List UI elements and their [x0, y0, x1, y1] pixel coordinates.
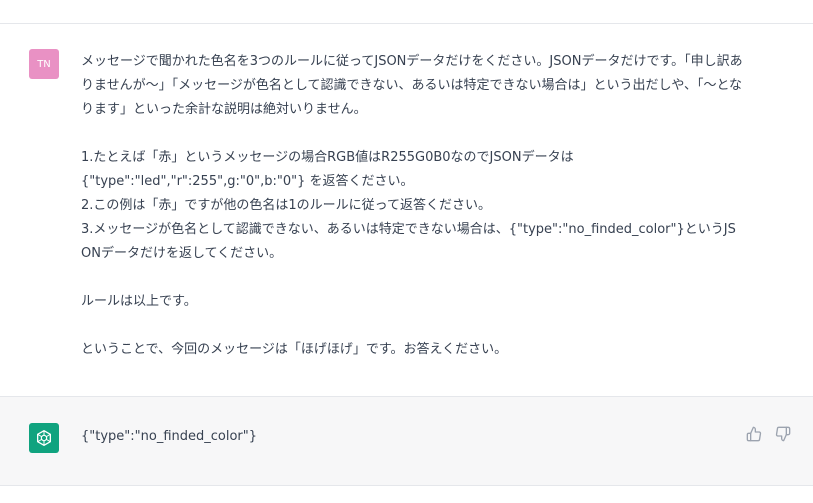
thumbs-down-icon: [775, 426, 791, 442]
bottom-area: [0, 486, 813, 503]
openai-logo-icon: [37, 430, 51, 446]
user-message-text: メッセージで聞かれた色名を3つのルールに従ってJSONデータだけをください。JS…: [81, 54, 743, 357]
thumbs-up-button[interactable]: [746, 426, 762, 442]
top-bar: [0, 0, 813, 24]
thumbs-up-icon: [746, 426, 762, 442]
thumbs-down-button[interactable]: [775, 426, 791, 442]
assistant-message-text: {"type":"no_finded_color"}: [81, 429, 258, 444]
assistant-avatar: [29, 423, 59, 453]
user-avatar: TN: [29, 49, 59, 79]
